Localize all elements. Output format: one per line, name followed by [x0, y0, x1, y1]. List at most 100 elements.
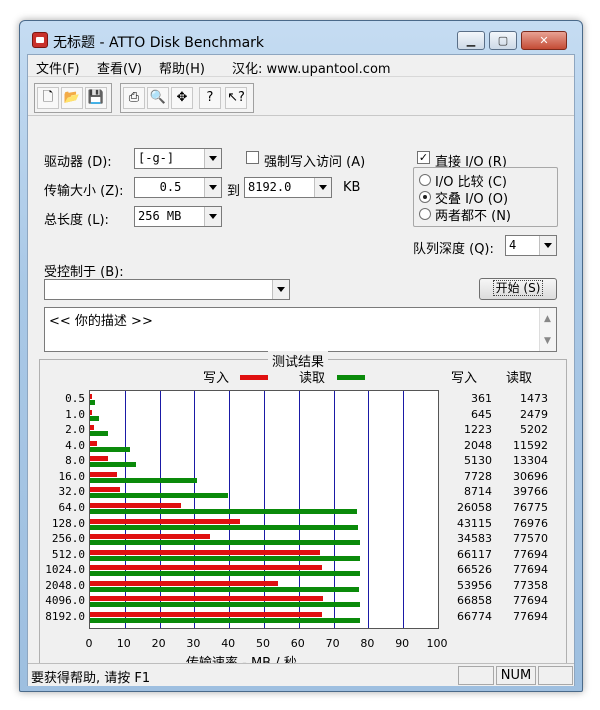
close-button[interactable]: ✕ — [521, 31, 567, 50]
y-tick-label: 128.0 — [51, 516, 85, 530]
atto-app-icon[interactable] — [32, 32, 48, 48]
radio-neither[interactable] — [419, 208, 431, 220]
drive-select[interactable]: [-g-] — [134, 148, 222, 169]
total-length-label: 总长度 (L): — [44, 213, 109, 228]
x-tick-label: 40 — [221, 637, 236, 650]
transfer-to-select[interactable]: 8192.0 — [244, 177, 332, 198]
chevron-down-icon[interactable] — [272, 280, 289, 299]
radio-overlapped-io[interactable] — [419, 191, 431, 203]
start-button-label: 开始 (S) — [492, 280, 544, 296]
col-write-header: 写入 — [451, 371, 478, 386]
scroll-down-icon[interactable]: ▼ — [544, 336, 551, 346]
description-textarea[interactable]: << 你的描述 >> ▲ ▼ — [44, 307, 557, 352]
col-read-header: 读取 — [506, 371, 533, 386]
x-tick-label: 80 — [360, 637, 375, 650]
client-area: 文件(F) 查看(V) 帮助(H) 汉化: www.upantool.com 🗋… — [27, 54, 575, 686]
drive-value: [-g-] — [138, 151, 175, 165]
read-bar — [90, 400, 96, 405]
window-title: 无标题 - ATTO Disk Benchmark — [53, 35, 265, 51]
transfer-from-select[interactable]: 0.5 — [134, 177, 222, 198]
read-value: 76775 — [513, 500, 548, 514]
write-value: 66858 — [457, 594, 492, 608]
write-value: 361 — [471, 392, 492, 405]
x-tick-label: 60 — [290, 637, 305, 650]
write-value: 7728 — [464, 469, 492, 483]
controlled-by-select[interactable] — [44, 279, 290, 300]
y-tick-label: 0.5 — [65, 392, 85, 405]
print-icon[interactable]: ⎙ — [123, 87, 145, 109]
write-bar — [90, 596, 323, 602]
legend-read-swatch — [337, 375, 365, 380]
chart-plot-area — [89, 390, 439, 629]
write-value: 645 — [471, 407, 492, 421]
x-tick-label: 0 — [85, 637, 93, 650]
queue-depth-select[interactable]: 4 — [505, 235, 557, 256]
legend-write-swatch — [240, 375, 268, 380]
write-bar — [90, 518, 241, 524]
read-bar — [90, 571, 361, 577]
read-bar — [90, 431, 109, 437]
menu-file[interactable]: 文件(F) — [36, 58, 80, 77]
status-num: NUM — [496, 666, 536, 685]
minimize-button[interactable]: ▁ — [457, 31, 485, 50]
scroll-up-icon[interactable]: ▲ — [544, 314, 551, 324]
chevron-down-icon[interactable] — [204, 149, 221, 168]
menu-view[interactable]: 查看(V) — [97, 58, 142, 77]
chevron-down-icon[interactable] — [204, 178, 221, 197]
total-length-value: 256 MB — [138, 209, 182, 223]
x-tick-label: 90 — [395, 637, 410, 650]
new-file-icon[interactable]: 🗋 — [37, 87, 59, 109]
chevron-down-icon[interactable] — [314, 178, 331, 197]
x-tick-label: 20 — [151, 637, 166, 650]
write-bar — [90, 534, 211, 540]
transfer-from-value: 0.5 — [159, 180, 182, 194]
read-value: 77694 — [513, 594, 548, 608]
y-tick-label: 2.0 — [65, 423, 85, 437]
x-tick-label: 100 — [426, 637, 448, 650]
title-bar[interactable]: 无标题 - ATTO Disk Benchmark ▁ ▢ ✕ — [20, 21, 582, 53]
menu-credit[interactable]: 汉化: www.upantool.com — [232, 58, 391, 77]
y-tick-label: 64.0 — [58, 500, 86, 514]
direct-io-checkbox[interactable]: ✓ — [417, 151, 430, 164]
legend-write-label: 写入 — [203, 371, 230, 386]
write-bar — [90, 440, 98, 446]
write-bar — [90, 425, 95, 431]
read-value: 39766 — [513, 485, 548, 499]
save-disk-icon[interactable]: 💾 — [85, 87, 107, 109]
chevron-down-icon[interactable] — [539, 236, 556, 255]
total-length-select[interactable]: 256 MB — [134, 206, 222, 227]
app-window: 无标题 - ATTO Disk Benchmark ▁ ▢ ✕ 文件(F) 查看… — [19, 20, 583, 692]
write-value: 26058 — [457, 500, 492, 514]
status-help-text: 要获得帮助, 请按 F1 — [31, 671, 151, 686]
force-write-checkbox[interactable] — [246, 151, 259, 164]
description-scrollbar[interactable]: ▲ ▼ — [539, 308, 556, 351]
maximize-button[interactable]: ▢ — [489, 31, 517, 50]
x-tick-label: 50 — [256, 637, 270, 650]
write-value: 66117 — [457, 547, 492, 561]
read-bar — [90, 415, 99, 421]
read-value: 77694 — [513, 547, 548, 561]
move-icon[interactable]: ✥ — [171, 87, 193, 109]
write-bar — [90, 394, 92, 399]
context-help-icon[interactable]: ↖? — [225, 87, 247, 109]
read-bar — [90, 617, 361, 623]
write-bar — [90, 487, 121, 493]
menu-help[interactable]: 帮助(H) — [159, 58, 205, 77]
read-value: 11592 — [513, 438, 548, 452]
y-tick-label: 8.0 — [65, 454, 85, 468]
write-value: 66526 — [457, 563, 492, 577]
chevron-down-icon[interactable] — [204, 207, 221, 226]
start-button[interactable]: 开始 (S) — [479, 278, 557, 300]
read-bar — [90, 602, 361, 608]
read-bar — [90, 477, 197, 483]
open-folder-icon[interactable]: 📂 — [61, 87, 83, 109]
read-value: 5202 — [520, 423, 548, 437]
about-icon[interactable]: ? — [199, 87, 221, 109]
print-preview-icon[interactable]: 🔍 — [147, 87, 169, 109]
toolbar-tools-group: ⎙ 🔍 ✥ ? ↖? — [120, 83, 254, 113]
read-value: 76976 — [513, 516, 548, 530]
radio-io-compare[interactable] — [419, 174, 431, 186]
x-tick-label: 30 — [186, 637, 201, 650]
write-bar — [90, 409, 93, 415]
kb-label: KB — [343, 180, 361, 195]
